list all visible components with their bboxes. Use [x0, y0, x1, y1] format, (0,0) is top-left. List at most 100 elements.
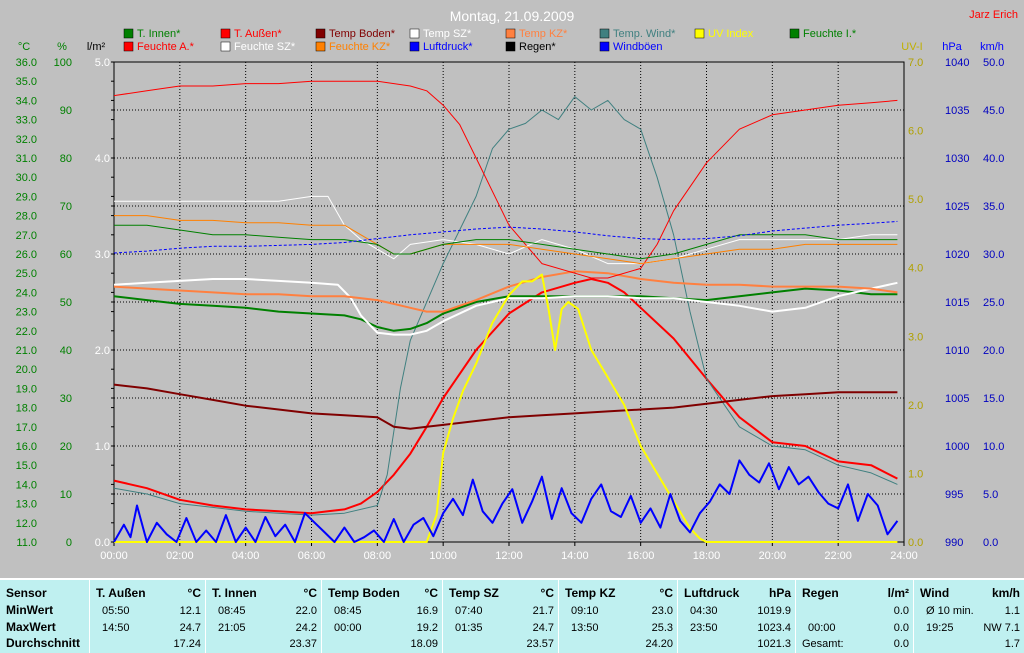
temp-tick-label: 35.0: [16, 76, 37, 88]
wind-tick-label: 40.0: [983, 153, 1004, 165]
avg-value: 17.24: [173, 638, 201, 650]
pressure-tick-label: 1040: [945, 57, 969, 69]
humidity-tick-label: 30: [60, 393, 72, 405]
legend-label: Feuchte A.*: [137, 41, 195, 53]
chart-title: Montag, 21.09.2009: [450, 8, 575, 24]
temp-tick-label: 36.0: [16, 57, 37, 69]
legend-swatch: [315, 41, 326, 52]
avg-value: 23.37: [289, 638, 317, 650]
legend-label: Temp SZ*: [423, 28, 472, 40]
stats-col-temp-kz: Temp KZ °C 09:10 23.0 13:50 25.3 24.20: [559, 580, 678, 653]
max-value: 19.2: [416, 622, 438, 634]
min-time: 08:45: [334, 605, 362, 617]
uv-unit-label: UV-I: [901, 41, 922, 53]
sensor-header: Sensor: [6, 586, 47, 600]
humidity-tick-label: 60: [60, 249, 72, 261]
min-value: 21.7: [532, 605, 554, 617]
stats-col-luftdruck: Luftdruck hPa 04:30 1019.9 23:50 1023.4 1021.3: [678, 580, 796, 653]
temp-tick-label: 25.0: [16, 268, 37, 280]
temp-tick-label: 18.0: [16, 403, 37, 415]
legend-label: Feuchte KZ*: [329, 41, 391, 53]
wind-tick-label: 30.0: [983, 249, 1004, 261]
rain-tick-label: 3.0: [95, 249, 110, 261]
wind-tick-label: 15.0: [983, 393, 1004, 405]
min-value: 12.1: [179, 605, 201, 617]
x-tick-label: 12:00: [495, 550, 523, 562]
temp-tick-label: 11.0: [16, 537, 37, 549]
stats-col-t-innen: T. Innen °C 08:45 22.0 21:05 24.2 23.37: [206, 580, 322, 653]
legend-label: Temp. Wind*: [613, 28, 676, 40]
temp-tick-label: 33.0: [16, 115, 37, 127]
pressure-unit-label: hPa: [942, 41, 962, 53]
wind-tick-label: 25.0: [983, 297, 1004, 309]
durchschnitt-label: Durchschnitt: [6, 636, 81, 650]
stats-col-regen: Regen l/m² 0.0 00:00 0.0 Gesamt: 0.0: [796, 580, 914, 653]
wind-tick-label: 10.0: [983, 441, 1004, 453]
rain-tick-label: 2.0: [95, 345, 110, 357]
legend-label: UV Index: [708, 28, 754, 40]
min-time: 04:30: [690, 605, 718, 617]
pressure-tick-label: 1015: [945, 297, 969, 309]
rain-tick-label: 1.0: [95, 441, 110, 453]
minwert-label: MinWert: [6, 603, 54, 617]
legend-swatch: [505, 28, 516, 39]
col-header: Luftdruck: [684, 586, 740, 600]
wind-unit: km/h: [991, 586, 1020, 600]
temp-tick-label: 23.0: [16, 307, 37, 319]
max-time: 00:00: [334, 622, 362, 634]
pressure-tick-label: 995: [945, 489, 963, 501]
x-tick-label: 20:00: [759, 550, 787, 562]
col-header: T. Außen: [96, 586, 146, 600]
uv-tick-label: 5.0: [908, 194, 923, 206]
temp-tick-label: 12.0: [16, 518, 37, 530]
pressure-tick-label: 990: [945, 537, 963, 549]
legend-label: Luftdruck*: [423, 41, 473, 53]
regen-unit: l/m²: [887, 586, 909, 600]
col-unit: °C: [303, 586, 317, 600]
temp-unit-label: °C: [18, 41, 30, 53]
legend-label: Feuchte I.*: [803, 28, 857, 40]
temp-tick-label: 24.0: [16, 287, 37, 299]
wind-tick-label: 20.0: [983, 345, 1004, 357]
temp-tick-label: 30.0: [16, 172, 37, 184]
stats-table: Sensor MinWert MaxWert Durchschnitt T. A…: [0, 578, 1024, 653]
x-tick-label: 02:00: [166, 550, 194, 562]
chart-author: Jarz Erich: [969, 9, 1018, 21]
max-value: 1023.4: [757, 622, 791, 634]
legend-swatch: [315, 28, 326, 39]
max-value: 24.7: [179, 622, 201, 634]
temp-tick-label: 17.0: [16, 422, 37, 434]
legend-label: T. Außen*: [234, 28, 282, 40]
wind-tick-label: 35.0: [983, 201, 1004, 213]
x-tick-label: 18:00: [693, 550, 721, 562]
x-tick-label: 14:00: [561, 550, 589, 562]
temp-tick-label: 16.0: [16, 441, 37, 453]
temp-tick-label: 13.0: [16, 499, 37, 511]
col-header: Temp Boden: [328, 586, 400, 600]
stats-col-temp-sz: Temp SZ °C 07:40 21.7 01:35 24.7 23.57: [443, 580, 559, 653]
regen-gesamt-label: Gesamt:: [802, 638, 844, 650]
legend-label: Regen*: [519, 41, 556, 53]
wind-unit-label: km/h: [980, 41, 1004, 53]
min-time: 07:40: [455, 605, 483, 617]
pressure-tick-label: 1010: [945, 345, 969, 357]
regen-r2: 0.0: [893, 622, 909, 634]
max-value: 25.3: [651, 622, 673, 634]
legend-label: Feuchte SZ*: [234, 41, 296, 53]
temp-tick-label: 28.0: [16, 211, 37, 223]
temp-tick-label: 19.0: [16, 383, 37, 395]
temp-tick-label: 26.0: [16, 249, 37, 261]
min-value: 1019.9: [757, 605, 791, 617]
rain-tick-label: 0.0: [95, 537, 110, 549]
avg-value: 24.20: [645, 638, 673, 650]
humidity-tick-label: 70: [60, 201, 72, 213]
col-unit: °C: [659, 586, 673, 600]
temp-tick-label: 27.0: [16, 230, 37, 242]
humidity-tick-label: 80: [60, 153, 72, 165]
max-time: 13:50: [571, 622, 599, 634]
temp-tick-label: 29.0: [16, 191, 37, 203]
maxwert-label: MaxWert: [6, 620, 56, 634]
uv-tick-label: 3.0: [908, 331, 923, 343]
stats-row-labels: Sensor MinWert MaxWert Durchschnitt: [0, 580, 90, 653]
legend-label: Temp Boden*: [329, 28, 396, 40]
